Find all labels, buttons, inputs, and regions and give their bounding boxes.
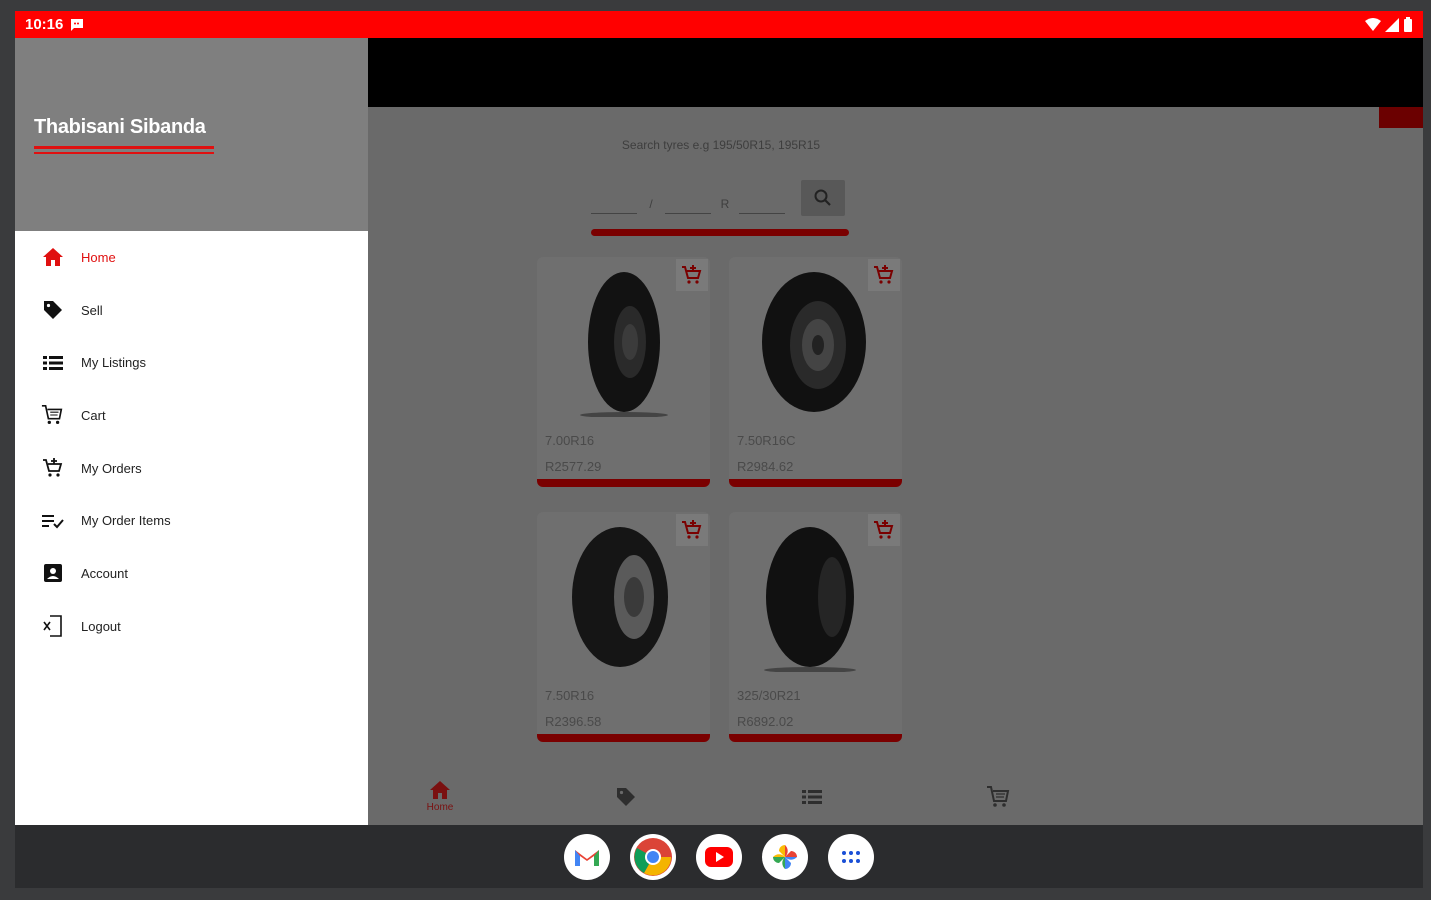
gmail-icon — [575, 849, 599, 866]
cart-add-icon — [874, 265, 894, 284]
nav-listings[interactable] — [782, 768, 842, 825]
drawer-item-sell[interactable]: Sell — [15, 284, 368, 337]
drawer-item-home[interactable]: Home — [15, 231, 368, 284]
search-button[interactable] — [801, 180, 845, 216]
product-price: R2577.29 — [545, 459, 602, 474]
drawer-item-label: Sell — [81, 302, 103, 318]
profile-input[interactable] — [665, 186, 711, 214]
corner-tab[interactable] — [1379, 107, 1423, 128]
search-hint: Search tyres e.g 195/50R15, 195R15 — [621, 138, 821, 152]
drawer-item-label: Logout — [81, 618, 121, 634]
add-to-cart-button[interactable] — [676, 259, 708, 291]
youtube-icon — [705, 846, 733, 867]
battery-icon — [1404, 17, 1412, 32]
photos-pinwheel-icon — [773, 844, 797, 869]
product-card[interactable]: 325/30R21 R6892.02 — [729, 512, 902, 742]
list-icon — [802, 789, 822, 804]
taskbar-dock — [15, 825, 1423, 888]
drawer-item-label: Cart — [81, 407, 106, 423]
chrome-app-icon[interactable] — [630, 833, 676, 880]
card-accent-bar — [537, 479, 710, 487]
youtube-app-icon[interactable] — [696, 833, 742, 880]
nav-home[interactable]: Home — [410, 768, 470, 825]
gmail-app-icon[interactable] — [564, 833, 610, 880]
tyre-search-row: / R — [591, 180, 849, 220]
navigation-drawer: Thabisani Sibanda Home Sell My Listings … — [15, 38, 368, 825]
cart-add-icon — [43, 458, 63, 477]
drawer-item-account[interactable]: Account — [15, 547, 368, 600]
drawer-item-my-orders[interactable]: My Orders — [15, 442, 368, 495]
account-box-icon — [44, 564, 62, 583]
product-size: 7.00R16 — [545, 433, 595, 448]
checklist-icon — [42, 514, 64, 529]
message-notification-icon — [71, 18, 84, 31]
drawer-item-my-listings[interactable]: My Listings — [15, 336, 368, 389]
cart-icon — [987, 785, 1010, 807]
card-accent-bar — [729, 734, 902, 742]
drawer-item-label: Home — [81, 249, 116, 265]
drawer-item-label: My Orders — [81, 460, 142, 476]
card-accent-bar — [729, 479, 902, 487]
rim-input[interactable] — [739, 186, 785, 214]
drawer-item-cart[interactable]: Cart — [15, 389, 368, 442]
grid-dots-icon — [842, 850, 860, 863]
cart-add-icon — [682, 265, 702, 284]
user-name-underline-secondary — [34, 152, 214, 154]
drawer-header: Thabisani Sibanda — [15, 38, 368, 231]
device-screen: 10:16 Search tyres e.g 195/50R15, 195R15… — [15, 11, 1423, 888]
card-accent-bar — [537, 734, 710, 742]
width-input[interactable] — [591, 186, 637, 214]
search-icon — [814, 189, 831, 206]
home-icon — [430, 781, 450, 799]
drawer-item-logout[interactable]: Logout — [15, 600, 368, 653]
signal-icon — [1385, 17, 1399, 32]
user-name: Thabisani Sibanda — [34, 116, 206, 138]
nav-home-label: Home — [426, 802, 454, 813]
chrome-icon — [634, 837, 672, 876]
product-price: R2396.58 — [545, 714, 602, 729]
status-time: 10:16 — [25, 16, 64, 33]
search-underline — [591, 229, 849, 236]
product-size: 325/30R21 — [737, 688, 801, 703]
cart-add-icon — [682, 520, 702, 539]
status-bar: 10:16 — [15, 11, 1423, 38]
add-to-cart-button[interactable] — [676, 514, 708, 546]
cart-add-icon — [874, 520, 894, 539]
list-icon — [43, 355, 63, 370]
product-price: R6892.02 — [737, 714, 794, 729]
app-launcher-button[interactable] — [828, 833, 874, 880]
add-to-cart-button[interactable] — [868, 259, 900, 291]
product-card[interactable]: 7.00R16 R2577.29 — [537, 257, 710, 487]
product-size: 7.50R16C — [737, 433, 796, 448]
drawer-item-label: My Listings — [81, 355, 147, 371]
cart-icon — [41, 405, 63, 425]
slash-separator: / — [649, 197, 653, 211]
tag-icon — [617, 787, 635, 806]
product-price: R2984.62 — [737, 459, 794, 474]
add-to-cart-button[interactable] — [868, 514, 900, 546]
nav-cart[interactable] — [968, 768, 1028, 825]
nav-sell[interactable] — [596, 768, 656, 825]
drawer-item-my-order-items[interactable]: My Order Items — [15, 494, 368, 547]
product-size: 7.50R16 — [545, 688, 595, 703]
drawer-menu: Home Sell My Listings Cart My Orders My … — [15, 231, 368, 653]
photos-app-icon[interactable] — [762, 833, 808, 880]
r-separator: R — [720, 197, 730, 211]
product-card[interactable]: 7.50R16 R2396.58 — [537, 512, 710, 742]
product-card[interactable]: 7.50R16C R2984.62 — [729, 257, 902, 487]
logout-icon — [43, 615, 62, 637]
drawer-item-label: My Order Items — [81, 513, 171, 529]
drawer-item-label: Account — [81, 565, 128, 581]
wifi-icon — [1365, 17, 1381, 31]
bottom-navigation: Home — [368, 768, 1423, 825]
home-icon — [43, 248, 63, 267]
user-name-underline — [34, 146, 214, 149]
tag-icon — [44, 301, 62, 320]
